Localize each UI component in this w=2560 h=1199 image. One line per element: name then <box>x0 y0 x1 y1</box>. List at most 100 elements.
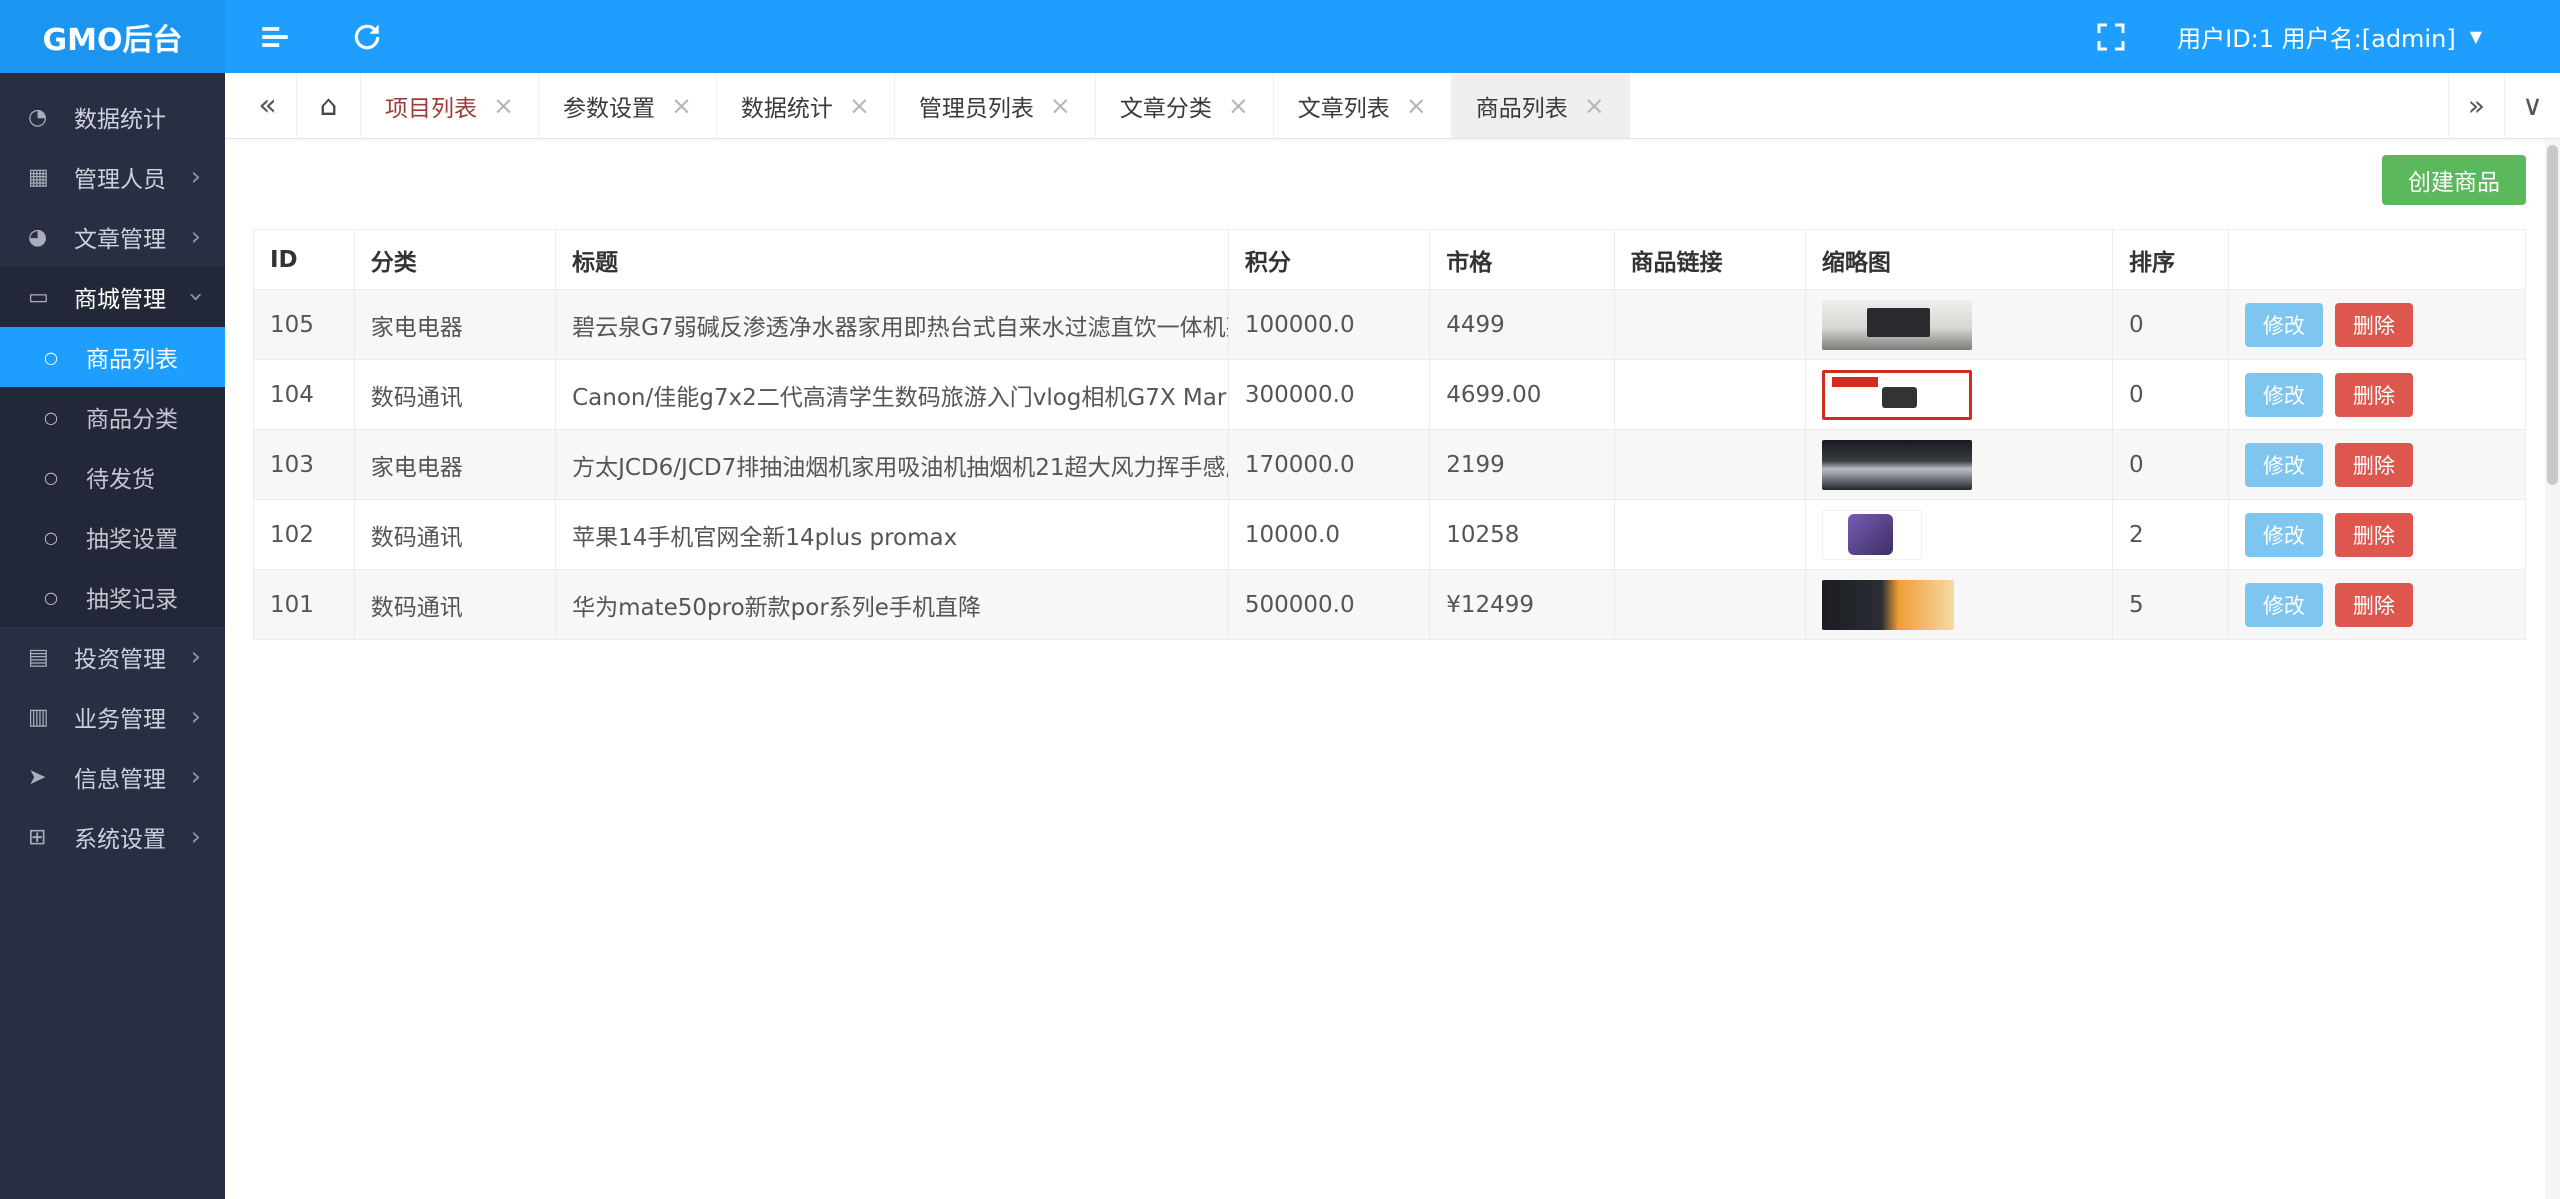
tab-admin-list[interactable]: 管理员列表× <box>895 73 1096 138</box>
main-content: 创建商品 ID分类标题积分市格商品链接缩略图排序 105家电电器碧云泉G7弱碱反… <box>225 139 2560 1199</box>
product-thumbnail <box>1822 510 1922 560</box>
cell-id: 104 <box>254 360 355 430</box>
user-dropdown[interactable]: 用户ID:1 用户名:[admin] ▼ <box>2177 19 2482 54</box>
cell-title: Canon/佳能g7x2二代高清学生数码旅游入门vlog相机G7X MarkII… <box>556 360 1229 430</box>
edit-button[interactable]: 修改 <box>2245 303 2323 347</box>
tab-params[interactable]: 参数设置× <box>539 73 717 138</box>
sidebar-item-stats[interactable]: ◔数据统计 <box>0 87 225 147</box>
product-table: ID分类标题积分市格商品链接缩略图排序 105家电电器碧云泉G7弱碱反渗透净水器… <box>253 229 2526 640</box>
create-product-button[interactable]: 创建商品 <box>2382 155 2526 205</box>
cell-sort: 0 <box>2113 360 2229 430</box>
cell-actions: 修改删除 <box>2228 430 2525 500</box>
sidebar-item-business[interactable]: ▥业务管理› <box>0 687 225 747</box>
tab-stats[interactable]: 数据统计× <box>717 73 895 138</box>
sidebar-subitem-lottery-records[interactable]: ○抽奖记录 <box>0 567 225 627</box>
column-header: 市格 <box>1430 230 1614 290</box>
cell-id: 101 <box>254 570 355 640</box>
folder-icon: ▤ <box>28 645 74 670</box>
cell-sort: 5 <box>2113 570 2229 640</box>
menu-fold-icon[interactable] <box>257 19 293 55</box>
chevron-right-icon: › <box>191 704 201 730</box>
sidebar-item-investment[interactable]: ▤投资管理› <box>0 627 225 687</box>
sidebar-subitem-goods-category[interactable]: ○商品分类 <box>0 387 225 447</box>
cell-thumbnail <box>1805 290 2112 360</box>
delete-button[interactable]: 删除 <box>2335 443 2413 487</box>
grid-icon: ▦ <box>28 165 74 190</box>
edit-button[interactable]: 修改 <box>2245 373 2323 417</box>
circle-icon: ○ <box>44 348 86 367</box>
chevron-right-icon: › <box>191 644 201 670</box>
gauge-icon: ◔ <box>28 105 74 130</box>
sidebar-item-articles[interactable]: ◕文章管理› <box>0 207 225 267</box>
cell-price: 4699.00 <box>1430 360 1614 430</box>
sidebar-subitem-lottery-settings[interactable]: ○抽奖设置 <box>0 507 225 567</box>
close-icon[interactable]: × <box>849 93 870 118</box>
cell-price: 10258 <box>1430 500 1614 570</box>
close-icon[interactable]: × <box>493 93 514 118</box>
chevron-right-icon: › <box>191 764 201 790</box>
fullscreen-icon[interactable] <box>2093 19 2129 55</box>
tab-list: 项目列表×参数设置×数据统计×管理员列表×文章分类×文章列表×商品列表× <box>361 73 1630 138</box>
cell-thumbnail <box>1805 570 2112 640</box>
close-icon[interactable]: × <box>1050 93 1071 118</box>
tab-goods-list[interactable]: 商品列表× <box>1452 73 1630 138</box>
sidebar-subitem-goods-list[interactable]: ○商品列表 <box>0 327 225 387</box>
cell-category: 家电电器 <box>354 290 555 360</box>
edit-button[interactable]: 修改 <box>2245 443 2323 487</box>
cell-actions: 修改删除 <box>2228 290 2525 360</box>
cell-link <box>1614 430 1805 500</box>
home-tab[interactable]: ⌂ <box>297 73 361 138</box>
calendar-icon: ⊞ <box>28 825 74 850</box>
app-logo: GMO后台 <box>0 0 225 73</box>
chevron-right-icon: › <box>191 824 201 850</box>
cell-sort: 0 <box>2113 430 2229 500</box>
column-header: 缩略图 <box>1805 230 2112 290</box>
edit-button[interactable]: 修改 <box>2245 513 2323 557</box>
close-icon[interactable]: × <box>1228 93 1249 118</box>
tab-scroll-right-button[interactable]: » <box>2448 73 2504 138</box>
tab-scroll-left-button[interactable]: « <box>239 73 297 138</box>
cell-id: 105 <box>254 290 355 360</box>
table-body: 105家电电器碧云泉G7弱碱反渗透净水器家用即热台式自来水过滤直饮一体机莱克10… <box>254 290 2526 640</box>
cell-price: ¥12499 <box>1430 570 1614 640</box>
column-header: 排序 <box>2113 230 2229 290</box>
column-header: 积分 <box>1228 230 1429 290</box>
delete-button[interactable]: 删除 <box>2335 373 2413 417</box>
cell-title: 方太JCD6/JCD7排抽油烟机家用吸油机抽烟机21超大风力挥手感应 <box>556 430 1229 500</box>
tab-article-category[interactable]: 文章分类× <box>1096 73 1274 138</box>
edit-button[interactable]: 修改 <box>2245 583 2323 627</box>
cell-title: 苹果14手机官网全新14plus promax <box>556 500 1229 570</box>
delete-button[interactable]: 删除 <box>2335 303 2413 347</box>
product-table-wrap: ID分类标题积分市格商品链接缩略图排序 105家电电器碧云泉G7弱碱反渗透净水器… <box>253 229 2526 640</box>
scrollbar-thumb[interactable] <box>2547 145 2558 485</box>
cell-actions: 修改删除 <box>2228 360 2525 430</box>
tab-project-list[interactable]: 项目列表× <box>361 73 539 138</box>
chevron-right-icon: › <box>183 292 209 302</box>
tab-article-list[interactable]: 文章列表× <box>1274 73 1452 138</box>
refresh-icon[interactable] <box>349 19 385 55</box>
delete-button[interactable]: 删除 <box>2335 583 2413 627</box>
table-row: 101数码通讯华为mate50pro新款por系列e手机直降500000.0¥1… <box>254 570 2526 640</box>
sidebar-item-mall[interactable]: ▭商城管理› <box>0 267 225 327</box>
tab-operations-button[interactable]: ∨ <box>2504 73 2560 138</box>
cell-link <box>1614 570 1805 640</box>
column-header: 分类 <box>354 230 555 290</box>
toolbar: 创建商品 <box>253 155 2526 205</box>
sidebar-item-info[interactable]: ➤信息管理› <box>0 747 225 807</box>
close-icon[interactable]: × <box>671 93 692 118</box>
close-icon[interactable]: × <box>1406 93 1427 118</box>
cell-title: 碧云泉G7弱碱反渗透净水器家用即热台式自来水过滤直饮一体机莱克 <box>556 290 1229 360</box>
table-row: 105家电电器碧云泉G7弱碱反渗透净水器家用即热台式自来水过滤直饮一体机莱克10… <box>254 290 2526 360</box>
close-icon[interactable]: × <box>1584 93 1605 118</box>
cell-points: 300000.0 <box>1228 360 1429 430</box>
cell-points: 10000.0 <box>1228 500 1429 570</box>
sidebar-item-system[interactable]: ⊞系统设置› <box>0 807 225 867</box>
sidebar-subitem-pending-ship[interactable]: ○待发货 <box>0 447 225 507</box>
sidebar-item-admins[interactable]: ▦管理人员› <box>0 147 225 207</box>
table-header-row: ID分类标题积分市格商品链接缩略图排序 <box>254 230 2526 290</box>
cell-actions: 修改删除 <box>2228 500 2525 570</box>
cell-points: 500000.0 <box>1228 570 1429 640</box>
product-thumbnail <box>1822 580 1954 630</box>
delete-button[interactable]: 删除 <box>2335 513 2413 557</box>
table-row: 104数码通讯Canon/佳能g7x2二代高清学生数码旅游入门vlog相机G7X… <box>254 360 2526 430</box>
